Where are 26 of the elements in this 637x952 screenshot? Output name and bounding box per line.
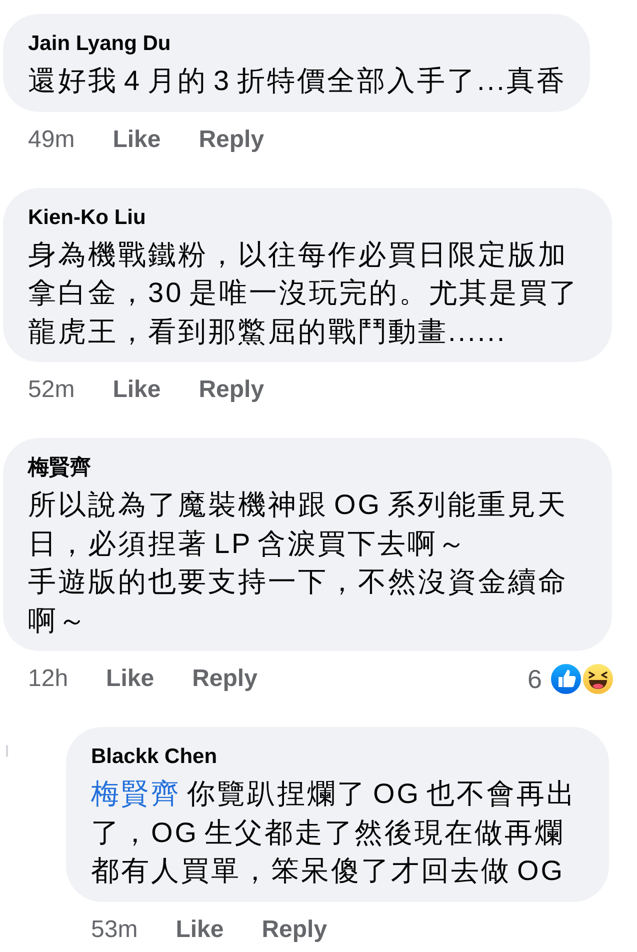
thread-line — [6, 745, 8, 757]
comment-text: 身為機戰鐵粉，以往每作必買日限定版加拿白金，30 是唯一沒玩完的。尤其是買了龍虎王，看到那鱉屈的戰鬥動畫...... — [28, 238, 580, 348]
comment-text: 所以說為了魔裝機神跟 OG 系列能重見天日，必須捏著 LP 含淚買下去啊～ — [28, 488, 569, 560]
like-button[interactable]: Like — [112, 375, 161, 405]
comment-text: 手遊版的也要支持一下，不然沒資金續命啊～ — [28, 565, 569, 638]
reaction-count: 6 — [528, 664, 542, 694]
reply-button[interactable]: Reply — [198, 124, 264, 154]
comment-time[interactable]: 53m — [91, 914, 138, 944]
comment-time[interactable]: 12h — [28, 664, 68, 694]
mention-link[interactable]: 梅賢齊 — [91, 778, 181, 809]
comment-time[interactable]: 52m — [28, 375, 75, 405]
like-button[interactable]: Like — [106, 664, 154, 694]
reply-button[interactable]: Reply — [198, 375, 264, 405]
reply-button[interactable]: Reply — [262, 914, 328, 944]
author-name[interactable]: 梅賢齊 — [28, 454, 588, 482]
reply-button[interactable]: Reply — [192, 664, 258, 694]
author-name[interactable]: Jain Lyang Du — [28, 30, 566, 58]
like-button[interactable]: Like — [176, 914, 224, 944]
author-name[interactable]: Kien-Ko Liu — [28, 204, 588, 232]
comment-text: 梅賢齊 你覽趴捏爛了 OG 也不會再出了，OG 生父都走了然後現在做再爛都有人買單，笨呆傻了才回去做 OG — [91, 777, 578, 888]
comment-text: 還好我 4 月的 3 折特價全部入手了...真香 — [28, 64, 566, 98]
like-button[interactable]: Like — [112, 124, 161, 154]
laughing-face-icon — [581, 662, 615, 696]
author-name[interactable]: Blackk Chen — [91, 743, 585, 771]
comment-time[interactable]: 49m — [28, 124, 75, 154]
thumbs-up-icon — [549, 662, 583, 696]
